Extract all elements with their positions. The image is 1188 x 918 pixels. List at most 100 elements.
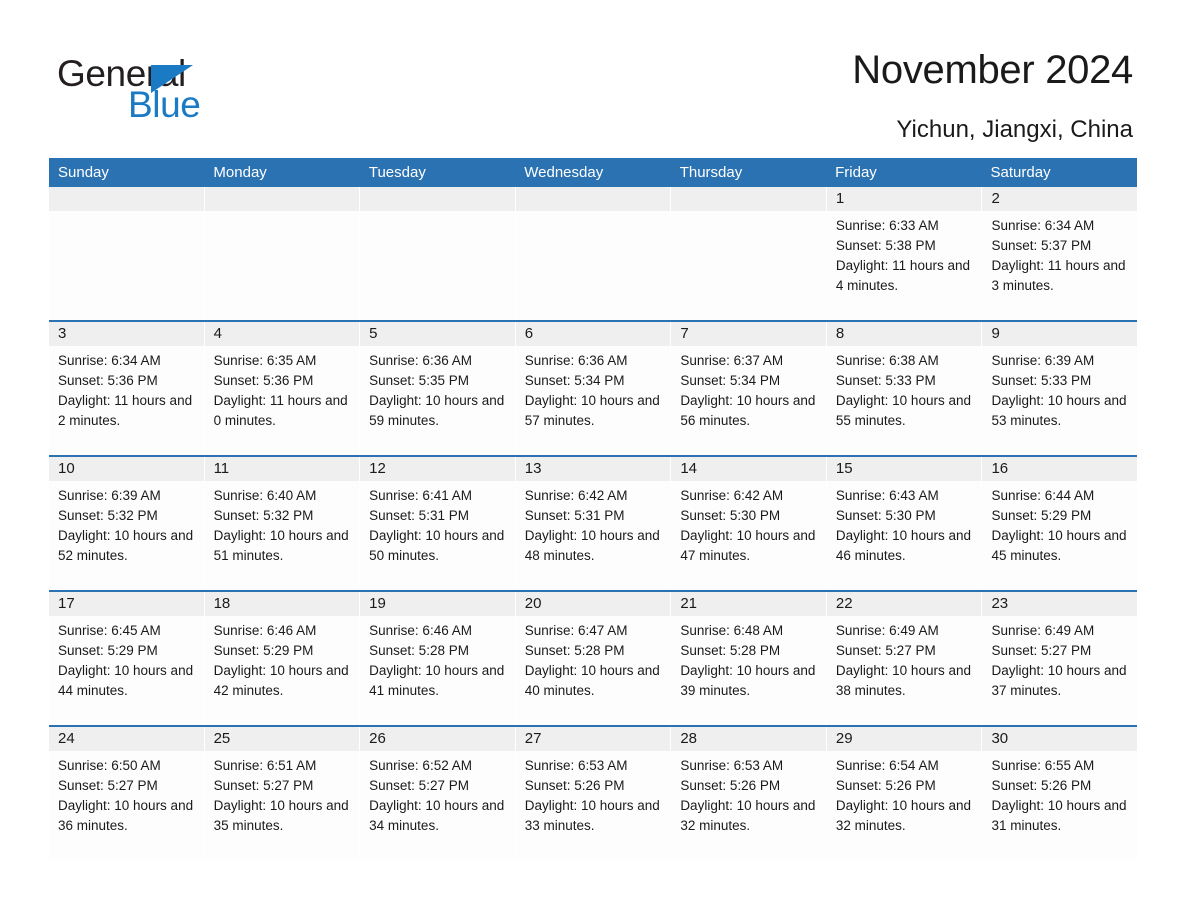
calendar-day-cell[interactable]: 20 Sunrise: 6:47 AM Sunset: 5:28 PM Dayligh… bbox=[515, 592, 672, 725]
daylight-text: Daylight: 11 hours and 3 minutes. bbox=[991, 258, 1126, 293]
calendar-day-cell[interactable]: 16 Sunrise: 6:44 AM Sunset: 5:29 PM Dayligh… bbox=[982, 457, 1138, 590]
calendar-day-cell[interactable]: 24 Sunrise: 6:50 AM Sunset: 5:27 PM Dayligh… bbox=[49, 727, 205, 860]
day-info: Sunrise: 6:47 AM Sunset: 5:28 PM Daylight:… bbox=[516, 616, 671, 701]
sunset-text: Sunset: 5:29 PM bbox=[213, 643, 314, 658]
sunset-text: Sunset: 5:30 PM bbox=[680, 508, 781, 523]
calendar-day-cell[interactable]: 19 Sunrise: 6:46 AM Sunset: 5:28 PM Dayligh… bbox=[360, 592, 516, 725]
sunrise-text: Sunrise: 6:34 AM bbox=[58, 353, 161, 368]
daylight-text: Daylight: 10 hours and 38 minutes. bbox=[835, 663, 971, 698]
calendar-day-cell[interactable]: 4 Sunrise: 6:35 AM Sunset: 5:36 PM Daylight… bbox=[204, 322, 361, 455]
daylight-text: Daylight: 10 hours and 32 minutes. bbox=[835, 798, 971, 833]
calendar-day-cell[interactable]: 28 Sunrise: 6:53 AM Sunset: 5:26 PM Dayligh… bbox=[671, 727, 827, 860]
calendar-day-cell[interactable]: 15 Sunrise: 6:43 AM Sunset: 5:30 PM Dayligh… bbox=[826, 457, 983, 590]
calendar-day-cell[interactable]: 14 Sunrise: 6:42 AM Sunset: 5:30 PM Dayligh… bbox=[671, 457, 827, 590]
day-info: Sunrise: 6:48 AM Sunset: 5:28 PM Daylight:… bbox=[671, 616, 826, 701]
day-number: 24 bbox=[58, 730, 75, 747]
calendar-day-cell[interactable]: 27 Sunrise: 6:53 AM Sunset: 5:26 PM Dayligh… bbox=[515, 727, 672, 860]
calendar-day-cell[interactable]: 12 Sunrise: 6:41 AM Sunset: 5:31 PM Dayligh… bbox=[360, 457, 516, 590]
day-number-band: 14 bbox=[671, 457, 826, 481]
day-info: Sunrise: 6:49 AM Sunset: 5:27 PM Daylight:… bbox=[982, 616, 1137, 701]
sunset-text: Sunset: 5:28 PM bbox=[524, 643, 625, 658]
day-info: Sunrise: 6:52 AM Sunset: 5:27 PM Daylight:… bbox=[360, 751, 515, 836]
sunrise-text: Sunrise: 6:53 AM bbox=[524, 758, 628, 773]
day-info: Sunrise: 6:37 AM Sunset: 5:34 PM Daylight:… bbox=[671, 346, 826, 431]
day-number-band: 8 bbox=[826, 322, 982, 346]
generalblue-logo[interactable]: General Blue bbox=[57, 52, 317, 125]
day-number-band: 10 bbox=[49, 457, 204, 481]
calendar-day-cell[interactable]: 30 Sunrise: 6:55 AM Sunset: 5:26 PM Dayligh… bbox=[982, 727, 1138, 860]
calendar-day-cell[interactable]: 5 Sunrise: 6:36 AM Sunset: 5:35 PM Daylight… bbox=[360, 322, 516, 455]
calendar-day-cell[interactable]: 9 Sunrise: 6:39 AM Sunset: 5:33 PM Daylight… bbox=[982, 322, 1138, 455]
sunrise-text: Sunrise: 6:36 AM bbox=[524, 353, 628, 368]
daylight-text: Daylight: 10 hours and 37 minutes. bbox=[991, 663, 1127, 698]
day-info: Sunrise: 6:38 AM Sunset: 5:33 PM Daylight:… bbox=[827, 346, 982, 431]
day-number-band: 9 bbox=[982, 322, 1138, 346]
calendar-day-cell[interactable]: 2 Sunrise: 6:34 AM Sunset: 5:37 PM Daylight… bbox=[982, 187, 1138, 320]
sunset-text: Sunset: 5:30 PM bbox=[835, 508, 936, 523]
calendar-day-cell-empty bbox=[360, 187, 516, 320]
day-number-band bbox=[671, 187, 826, 211]
calendar-day-cell[interactable]: 23 Sunrise: 6:49 AM Sunset: 5:27 PM Dayligh… bbox=[982, 592, 1138, 725]
calendar-day-cell[interactable]: 10 Sunrise: 6:39 AM Sunset: 5:32 PM Dayligh… bbox=[49, 457, 205, 590]
sunset-text: Sunset: 5:31 PM bbox=[524, 508, 625, 523]
sunrise-text: Sunrise: 6:52 AM bbox=[369, 758, 472, 773]
calendar-day-cell[interactable]: 3 Sunrise: 6:34 AM Sunset: 5:36 PM Daylight… bbox=[49, 322, 205, 455]
calendar-week-row: 1 Sunrise: 6:33 AM Sunset: 5:38 PM Daylight… bbox=[49, 187, 1138, 320]
day-info: Sunrise: 6:39 AM Sunset: 5:32 PM Daylight:… bbox=[49, 481, 204, 566]
calendar-day-cell[interactable]: 21 Sunrise: 6:48 AM Sunset: 5:28 PM Dayligh… bbox=[671, 592, 827, 725]
sunset-text: Sunset: 5:28 PM bbox=[680, 643, 781, 658]
daylight-text: Daylight: 10 hours and 41 minutes. bbox=[369, 663, 505, 698]
sunrise-text: Sunrise: 6:34 AM bbox=[991, 218, 1095, 233]
calendar-day-cell[interactable]: 17 Sunrise: 6:45 AM Sunset: 5:29 PM Dayligh… bbox=[49, 592, 205, 725]
weekday-header-wednesday: Wednesday bbox=[524, 164, 604, 181]
sunrise-text: Sunrise: 6:42 AM bbox=[524, 488, 628, 503]
calendar-day-cell[interactable]: 29 Sunrise: 6:54 AM Sunset: 5:26 PM Dayligh… bbox=[826, 727, 983, 860]
day-number: 15 bbox=[835, 460, 853, 477]
sunset-text: Sunset: 5:27 PM bbox=[213, 778, 314, 793]
daylight-text: Daylight: 10 hours and 47 minutes. bbox=[680, 528, 816, 563]
calendar-day-cell[interactable]: 13 Sunrise: 6:42 AM Sunset: 5:31 PM Dayligh… bbox=[515, 457, 672, 590]
day-number: 25 bbox=[213, 730, 231, 747]
day-number-band: 4 bbox=[204, 322, 360, 346]
day-number: 16 bbox=[991, 460, 1009, 477]
calendar-day-cell[interactable]: 25 Sunrise: 6:51 AM Sunset: 5:27 PM Dayligh… bbox=[204, 727, 361, 860]
calendar-day-cell[interactable]: 8 Sunrise: 6:38 AM Sunset: 5:33 PM Daylight… bbox=[826, 322, 983, 455]
sunset-text: Sunset: 5:33 PM bbox=[991, 373, 1092, 388]
day-number-band: 11 bbox=[204, 457, 360, 481]
calendar-day-cell[interactable]: 1 Sunrise: 6:33 AM Sunset: 5:38 PM Daylight… bbox=[826, 187, 983, 320]
day-number: 7 bbox=[680, 325, 689, 342]
calendar-day-cell[interactable]: 7 Sunrise: 6:37 AM Sunset: 5:34 PM Daylight… bbox=[671, 322, 827, 455]
calendar-grid: Sunday Monday Tuesday Wednesday Thursday… bbox=[49, 158, 1138, 860]
sunrise-text: Sunrise: 6:49 AM bbox=[835, 623, 939, 638]
sunrise-text: Sunrise: 6:48 AM bbox=[680, 623, 784, 638]
daylight-text: Daylight: 10 hours and 40 minutes. bbox=[524, 663, 660, 698]
sunrise-text: Sunrise: 6:44 AM bbox=[991, 488, 1095, 503]
calendar-day-cell[interactable]: 6 Sunrise: 6:36 AM Sunset: 5:34 PM Daylight… bbox=[515, 322, 672, 455]
day-info: Sunrise: 6:51 AM Sunset: 5:27 PM Daylight:… bbox=[205, 751, 360, 836]
day-number-band: 24 bbox=[49, 727, 204, 751]
calendar-day-cell[interactable]: 18 Sunrise: 6:46 AM Sunset: 5:29 PM Dayligh… bbox=[204, 592, 361, 725]
daylight-text: Daylight: 10 hours and 59 minutes. bbox=[369, 393, 505, 428]
daylight-text: Daylight: 10 hours and 53 minutes. bbox=[991, 393, 1127, 428]
calendar-weeks: 1 Sunrise: 6:33 AM Sunset: 5:38 PM Daylight… bbox=[49, 187, 1138, 860]
sunrise-text: Sunrise: 6:51 AM bbox=[213, 758, 317, 773]
sunset-text: Sunset: 5:26 PM bbox=[680, 778, 781, 793]
calendar-day-cell[interactable]: 22 Sunrise: 6:49 AM Sunset: 5:27 PM Dayligh… bbox=[826, 592, 983, 725]
sunrise-text: Sunrise: 6:33 AM bbox=[835, 218, 939, 233]
daylight-text: Daylight: 10 hours and 33 minutes. bbox=[524, 798, 660, 833]
sunset-text: Sunset: 5:27 PM bbox=[58, 778, 158, 793]
calendar-page: General Blue November 2024 Yichun, Jiang… bbox=[0, 0, 1188, 918]
daylight-text: Daylight: 10 hours and 46 minutes. bbox=[835, 528, 971, 563]
day-number-band: 28 bbox=[671, 727, 826, 751]
day-number-band bbox=[360, 187, 515, 211]
day-info: Sunrise: 6:33 AM Sunset: 5:38 PM Daylight:… bbox=[827, 211, 982, 296]
weekday-header-thursday: Thursday bbox=[679, 164, 743, 181]
day-number-band: 6 bbox=[515, 322, 671, 346]
calendar-day-cell-empty bbox=[204, 187, 361, 320]
weekday-header-monday: Monday bbox=[213, 164, 267, 181]
calendar-day-cell[interactable]: 26 Sunrise: 6:52 AM Sunset: 5:27 PM Dayligh… bbox=[360, 727, 516, 860]
calendar-day-cell[interactable]: 11 Sunrise: 6:40 AM Sunset: 5:32 PM Dayligh… bbox=[204, 457, 361, 590]
daylight-text: Daylight: 10 hours and 45 minutes. bbox=[991, 528, 1127, 563]
day-number: 19 bbox=[369, 595, 386, 612]
day-number-band: 15 bbox=[826, 457, 982, 481]
